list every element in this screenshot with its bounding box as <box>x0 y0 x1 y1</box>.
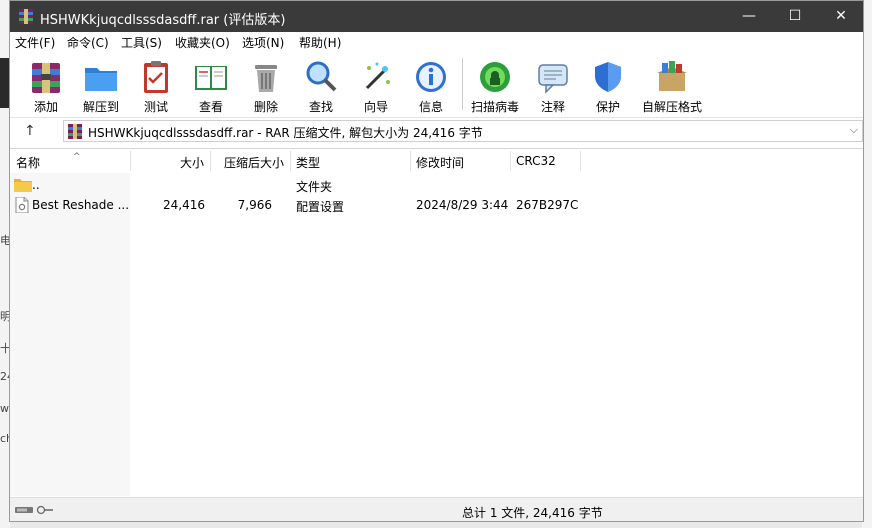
toolbar-extract-button[interactable]: 解压到 <box>72 55 130 114</box>
toolbar: 添加 解压到 测试 查看 删除 查找 向导 信息 扫描病毒 注释 保护 自解压格… <box>10 52 863 118</box>
toolbar-virus-scan-button[interactable]: 扫描病毒 <box>466 55 524 114</box>
virus-scan-icon <box>480 62 510 92</box>
menu-options[interactable]: 选项(N) <box>242 34 284 51</box>
file-name: Best Reshade ... <box>32 198 130 212</box>
column-header-packed-size[interactable]: 压缩后大小 <box>224 154 284 171</box>
toolbar-extract-label: 解压到 <box>82 100 119 114</box>
toolbar-view-button[interactable]: 查看 <box>182 55 240 114</box>
up-one-level-button[interactable]: ↑ <box>24 123 36 139</box>
toolbar-add-label: 添加 <box>33 100 58 114</box>
file-name: .. <box>32 178 40 192</box>
column-divider[interactable] <box>510 151 511 171</box>
extract-folder-icon <box>85 68 117 91</box>
comment-icon <box>538 64 568 94</box>
menu-file[interactable]: 文件(F) <box>15 34 55 51</box>
status-text: 总计 1 文件, 24,416 字节 <box>462 506 603 520</box>
toolbar-find-label: 查找 <box>308 100 333 114</box>
sfx-box-icon <box>657 61 687 91</box>
column-header-type[interactable]: 类型 <box>296 154 320 171</box>
file-modified: 2024/8/29 3:44 <box>416 198 509 212</box>
list-header: 名称 ^ 大小 压缩后大小 类型 修改时间 CRC32 <box>10 149 863 173</box>
file-size: 24,416 <box>163 198 205 212</box>
toolbar-sfx-button[interactable]: 自解压格式 <box>637 55 707 114</box>
window-title: HSHWKkjuqcdlsssdasdff.rar (评估版本) <box>40 13 286 28</box>
path-combobox[interactable]: HSHWKkjuqcdlsssdasdff.rar - RAR 压缩文件, 解包… <box>63 120 863 142</box>
name-column-background <box>10 173 130 496</box>
column-divider[interactable] <box>290 151 291 171</box>
winrar-app-icon <box>19 9 33 24</box>
info-icon <box>416 62 446 92</box>
archive-path-text: HSHWKkjuqcdlsssdasdff.rar - RAR 压缩文件, 解包… <box>88 126 483 140</box>
column-divider[interactable] <box>410 151 411 171</box>
minimize-button[interactable]: — <box>726 1 772 32</box>
drive-key-icon <box>15 505 53 515</box>
list-item[interactable]: .. 文件夹 <box>10 176 863 196</box>
chevron-down-icon[interactable]: ⌵ <box>850 123 858 137</box>
menu-bar: 文件(F) 命令(C) 工具(S) 收藏夹(O) 选项(N) 帮助(H) <box>10 32 863 52</box>
file-crc32: 267B297C <box>516 198 579 212</box>
toolbar-delete-button[interactable]: 删除 <box>237 55 295 114</box>
column-divider[interactable] <box>580 151 581 171</box>
address-bar: ↑ HSHWKkjuqcdlsssdasdff.rar - RAR 压缩文件, … <box>10 118 863 146</box>
shield-icon <box>595 62 621 92</box>
column-header-modified[interactable]: 修改时间 <box>416 154 464 171</box>
list-item[interactable]: Best Reshade ... 24,416 7,966 配置设置 2024/… <box>10 196 863 216</box>
toolbar-separator <box>462 58 463 110</box>
toolbar-delete-label: 删除 <box>253 100 278 114</box>
file-list: 名称 ^ 大小 压缩后大小 类型 修改时间 CRC32 .. 文件夹 Best … <box>10 148 863 496</box>
close-button[interactable]: ✕ <box>818 1 863 32</box>
view-book-icon <box>195 66 227 90</box>
toolbar-test-label: 测试 <box>143 100 168 114</box>
toolbar-find-button[interactable]: 查找 <box>292 55 350 114</box>
file-type: 文件夹 <box>296 180 333 194</box>
magnifier-icon <box>306 61 337 92</box>
column-header-name[interactable]: 名称 ^ <box>16 152 81 171</box>
menu-tools[interactable]: 工具(S) <box>121 34 162 51</box>
menu-help[interactable]: 帮助(H) <box>299 34 341 51</box>
toolbar-sfx-label: 自解压格式 <box>641 100 702 114</box>
toolbar-test-button[interactable]: 测试 <box>127 55 185 114</box>
toolbar-add-button[interactable]: 添加 <box>17 55 75 114</box>
file-packed-size: 7,966 <box>237 198 272 212</box>
toolbar-view-label: 查看 <box>198 100 223 114</box>
menu-favorites[interactable]: 收藏夹(O) <box>175 34 230 51</box>
toolbar-protect-button[interactable]: 保护 <box>579 55 637 114</box>
trash-icon <box>255 65 277 92</box>
toolbar-comment-label: 注释 <box>540 100 565 114</box>
config-file-icon <box>15 197 29 213</box>
maximize-button[interactable]: ☐ <box>772 1 818 32</box>
column-divider[interactable] <box>210 151 211 171</box>
column-divider[interactable] <box>130 151 131 171</box>
winrar-window: HSHWKkjuqcdlsssdasdff.rar (评估版本) — ☐ ✕ 文… <box>9 0 864 522</box>
column-header-crc32[interactable]: CRC32 <box>516 154 556 168</box>
test-clipboard-icon <box>144 61 168 93</box>
menu-commands[interactable]: 命令(C) <box>67 34 109 51</box>
toolbar-info-label: 信息 <box>418 100 443 114</box>
toolbar-info-button[interactable]: 信息 <box>402 55 460 114</box>
rar-archive-icon <box>68 124 82 139</box>
column-header-size[interactable]: 大小 <box>180 154 204 171</box>
toolbar-virus-scan-label: 扫描病毒 <box>470 100 519 114</box>
wizard-wand-icon <box>365 62 390 90</box>
toolbar-protect-label: 保护 <box>595 100 620 114</box>
status-bar: 总计 1 文件, 24,416 字节 <box>10 497 863 521</box>
add-archive-icon <box>32 63 60 93</box>
folder-icon <box>14 179 32 192</box>
toolbar-wizard-button[interactable]: 向导 <box>347 55 405 114</box>
toolbar-comment-button[interactable]: 注释 <box>524 55 582 114</box>
sort-ascending-icon: ^ <box>73 152 81 162</box>
toolbar-wizard-label: 向导 <box>363 100 388 114</box>
file-type: 配置设置 <box>296 200 345 214</box>
title-bar[interactable]: HSHWKkjuqcdlsssdasdff.rar (评估版本) — ☐ ✕ <box>10 1 863 32</box>
